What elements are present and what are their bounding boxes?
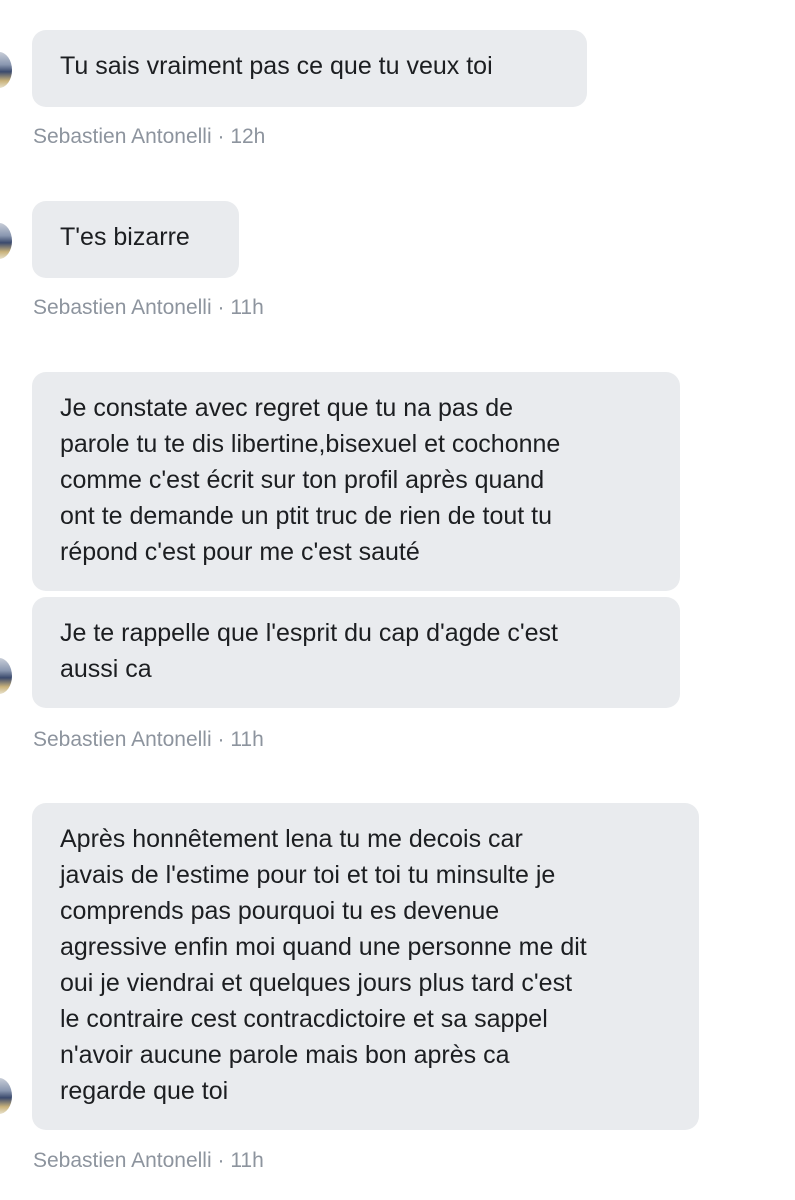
meta-separator: · (211, 728, 231, 751)
message-bubble: Après honnêtement lena tu me decois car … (32, 803, 699, 1130)
sender-avatar[interactable] (0, 52, 12, 88)
message-meta: Sebastien Antonelli · 11h (33, 1148, 264, 1174)
message-time: 12h (230, 125, 266, 148)
sender-name[interactable]: Sebastien Antonelli (33, 1149, 212, 1172)
message-bubble: Tu sais vraiment pas ce que tu veux toi (32, 30, 587, 107)
message-bubble: Je te rappelle que l'esprit du cap d'agd… (32, 597, 680, 708)
message-time: 11h (230, 728, 264, 751)
sender-avatar[interactable] (0, 223, 12, 259)
message-bubble: T'es bizarre (32, 201, 239, 278)
sender-avatar[interactable] (0, 658, 12, 694)
sender-name[interactable]: Sebastien Antonelli (33, 296, 212, 319)
message-meta: Sebastien Antonelli · 11h (33, 727, 264, 753)
sender-name[interactable]: Sebastien Antonelli (33, 125, 212, 148)
message-time: 11h (230, 1149, 264, 1172)
sender-avatar[interactable] (0, 1078, 12, 1114)
message-meta: Sebastien Antonelli · 12h (33, 124, 265, 150)
meta-separator: · (211, 1149, 231, 1172)
message-meta: Sebastien Antonelli · 11h (33, 295, 264, 321)
message-bubble: Je constate avec regret que tu na pas de… (32, 372, 680, 591)
meta-separator: · (211, 296, 231, 319)
meta-separator: · (211, 125, 231, 148)
sender-name[interactable]: Sebastien Antonelli (33, 728, 212, 751)
message-time: 11h (230, 296, 264, 319)
